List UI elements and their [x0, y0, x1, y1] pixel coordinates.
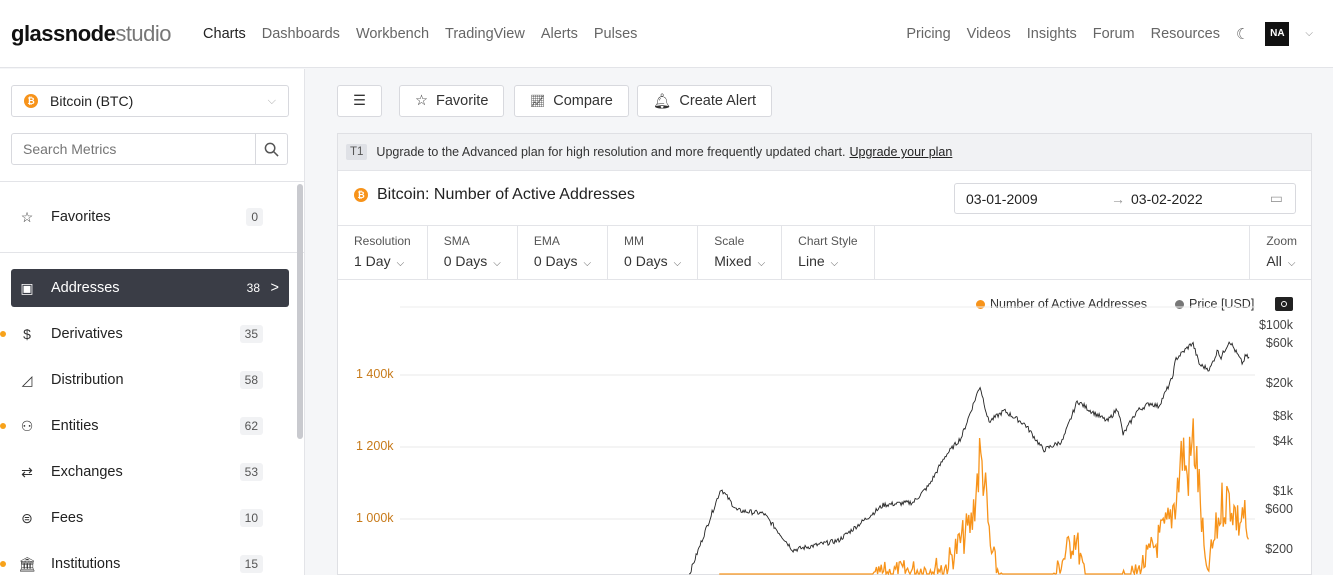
y-right-tick: $1k: [1272, 483, 1293, 498]
y-right-tick: $8k: [1272, 409, 1293, 424]
y-left-tick: 1 400k: [356, 367, 394, 381]
y-right-tick: $200: [1265, 542, 1293, 556]
price-line: [688, 341, 1250, 575]
active-addresses-line: [719, 418, 1249, 575]
y-right-tick: $4k: [1272, 434, 1293, 448]
y-left-tick: 1 200k: [356, 439, 394, 453]
chart-plot: [400, 306, 1255, 575]
y-left-tick: 1 000k: [356, 511, 394, 525]
y-right-tick: $100k: [1258, 317, 1293, 332]
y-right-tick: $60k: [1265, 336, 1293, 351]
y-right-tick: $20k: [1265, 376, 1293, 390]
y-right-tick: $600: [1265, 502, 1293, 517]
